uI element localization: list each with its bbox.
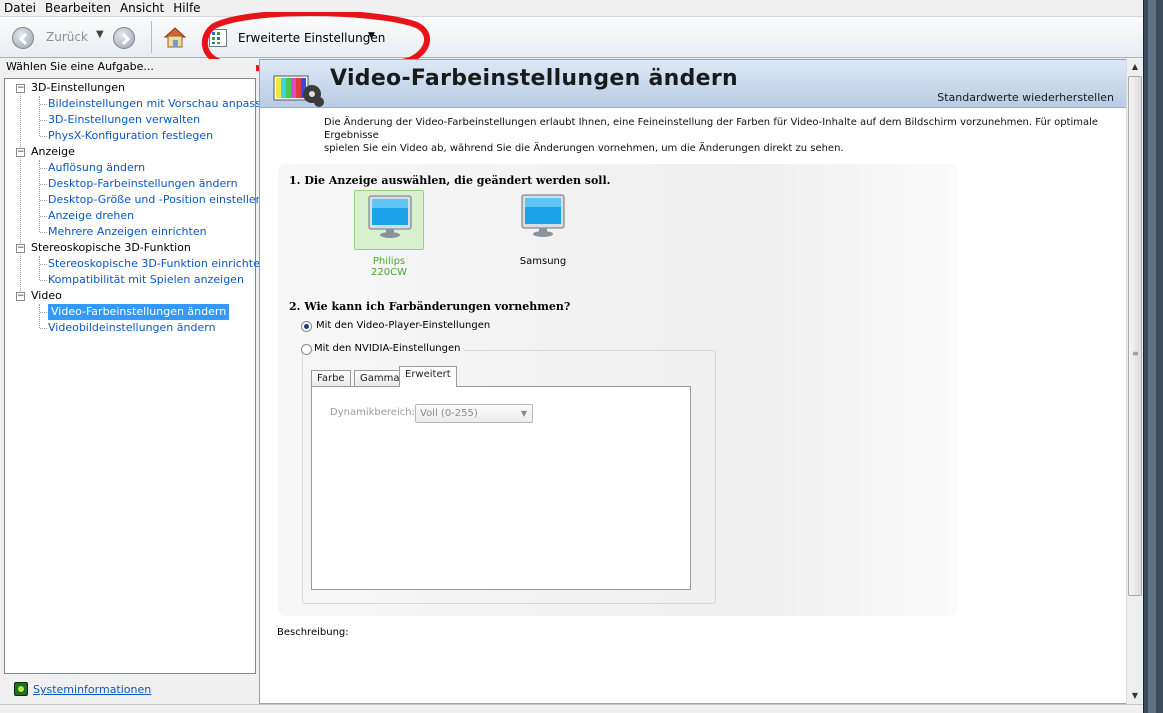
task-tree: − 3D-Einstellungen Bildeinstellungen mit… [4,78,275,674]
tree-item-rotate[interactable]: Anzeige drehen [48,208,134,224]
vertical-scrollbar[interactable]: ▲ ≡ ▼ [1126,59,1143,704]
chevron-down-icon: ▼ [520,409,527,418]
menu-bar: Datei Bearbeiten Ansicht Hilfe [0,0,1143,16]
tree-item-physx[interactable]: PhysX-Konfiguration festlegen [48,128,213,144]
arrow-left-icon [18,32,28,46]
tree-category-video[interactable]: Video [31,288,62,304]
tree-item-video-color[interactable]: Video-Farbeinstellungen ändern [48,304,230,320]
section-2-heading: 2. Wie kann ich Farbänderungen vornehmen… [289,300,571,313]
intro-line-2: spielen Sie ein Video ab, während Sie di… [324,143,844,154]
radio-nvidia-settings[interactable] [301,344,312,355]
menu-bearbeiten[interactable]: Bearbeiten [41,1,116,15]
menu-datei[interactable]: Datei [0,1,41,15]
tree-connector [39,304,40,328]
radio-video-player-label[interactable]: Mit den Video-Player-Einstellungen [316,320,490,331]
tree-category-stereo[interactable]: Stereoskopische 3D-Funktion [31,240,191,256]
dynamic-range-label: Dynamikbereich: [330,407,415,418]
monitor-icon [368,195,412,238]
restore-defaults-link[interactable]: Standardwerte wiederherstellen [937,91,1114,104]
system-info-link[interactable]: Systeminformationen [33,683,151,696]
tab-farbe[interactable]: Farbe [311,370,351,387]
display-philips-label[interactable]: Philips 220CW [354,256,424,278]
tree-category-3d[interactable]: 3D-Einstellungen [31,80,125,96]
page-title: Video-Farbeinstellungen ändern [330,66,739,91]
tree-item-3d-manage[interactable]: 3D-Einstellungen verwalten [48,112,200,128]
tab-gamma[interactable]: Gamma [354,370,406,387]
toolbar-separator [151,21,152,53]
monitor-icon [521,194,565,237]
dynamic-range-select[interactable]: Voll (0-255) ▼ [415,404,533,423]
task-pane-header: Wählen Sie eine Aufgabe... [4,59,256,77]
arrow-right-icon [121,32,131,46]
display-samsung-label[interactable]: Samsung [508,256,578,267]
window-bottom-edge [0,704,1143,713]
forward-button[interactable] [113,27,135,49]
display-samsung[interactable] [508,190,578,250]
tab-erweitert[interactable]: Erweitert [399,366,457,387]
content-pane: Video-Farbeinstellungen ändern Standardw… [259,59,1127,704]
tree-category-display[interactable]: Anzeige [31,144,75,160]
intro-line-1: Die Änderung der Video-Farbeinstellungen… [324,117,1099,141]
description-label: Beschreibung: [277,627,349,638]
section-1-heading: 1. Die Anzeige auswählen, die geändert w… [289,174,611,187]
tree-item-video-image[interactable]: Videobildeinstellungen ändern [48,320,216,336]
collapse-toggle-icon[interactable]: − [16,148,25,157]
grip-icon: ≡ [1132,349,1139,358]
tree-item-stereo-setup[interactable]: Stereoskopische 3D-Funktion einrichten [48,256,267,272]
back-label[interactable]: Zurück [46,30,88,44]
page-banner: Video-Farbeinstellungen ändern Standardw… [260,60,1126,108]
dynamic-range-value: Voll (0-255) [420,408,478,419]
system-info-icon[interactable] [14,682,28,696]
tree-connector [20,91,21,299]
collapse-toggle-icon[interactable]: − [16,292,25,301]
page-description: Die Änderung der Video-Farbeinstellungen… [324,116,1104,155]
collapse-toggle-icon[interactable]: − [16,244,25,253]
toolbar: Zurück ▼ Erweiterte Einstellungen ▼ [0,16,1143,58]
tree-item-desktop-color[interactable]: Desktop-Farbeinstellungen ändern [48,176,238,192]
window-frame-edge [1143,0,1163,713]
tree-connector [39,160,40,232]
collapse-toggle-icon[interactable]: − [16,84,25,93]
radio-nvidia-settings-label[interactable]: Mit den NVIDIA-Einstellungen [314,343,465,354]
tree-item-desktop-size[interactable]: Desktop-Größe und -Position einstellen [48,192,263,208]
tree-item-game-compat[interactable]: Kompatibilität mit Spielen anzeigen [48,272,244,288]
tree-item-resolution[interactable]: Auflösung ändern [48,160,145,176]
menu-ansicht[interactable]: Ansicht [116,1,169,15]
home-icon[interactable] [162,25,188,49]
radio-video-player[interactable] [301,321,312,332]
tree-connector [39,96,40,136]
scroll-down-icon[interactable]: ▼ [1127,688,1143,704]
tree-item-multi-display[interactable]: Mehrere Anzeigen einrichten [48,224,207,240]
tree-connector [39,256,40,280]
scroll-up-icon[interactable]: ▲ [1127,59,1143,75]
scroll-thumb[interactable]: ≡ [1128,76,1142,596]
video-color-icon [273,75,324,107]
back-history-dropdown-icon[interactable]: ▼ [96,29,104,40]
display-philips[interactable] [354,190,424,250]
settings-panel: 1. Die Anzeige auswählen, die geändert w… [278,164,958,616]
tree-item-preview[interactable]: Bildeinstellungen mit Vorschau anpassen [48,96,275,112]
back-button[interactable] [12,27,34,49]
